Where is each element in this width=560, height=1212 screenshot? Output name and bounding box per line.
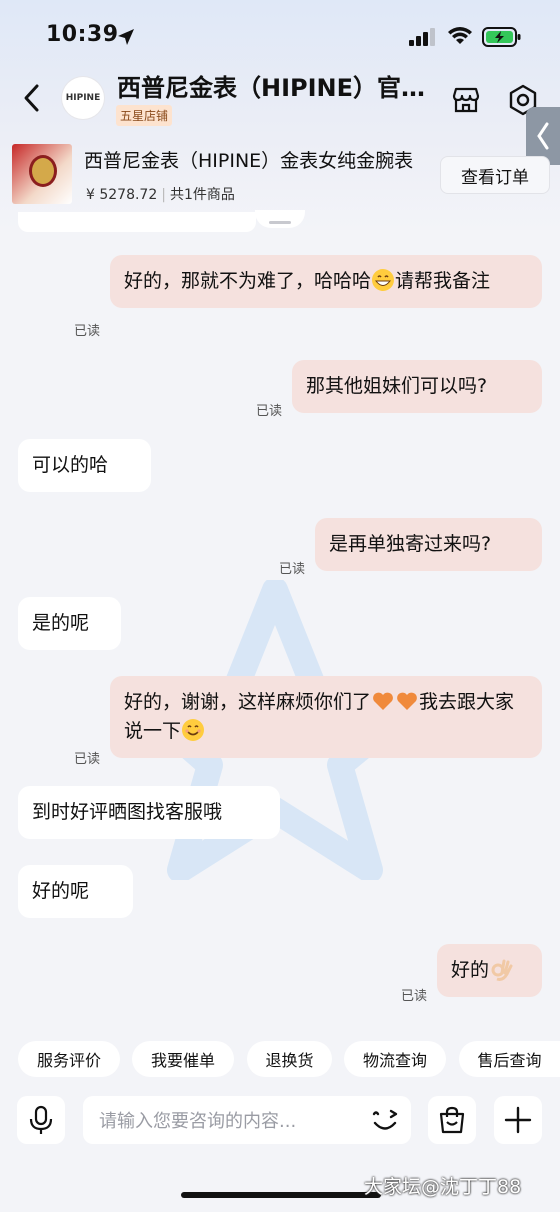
orange-heart-emoji-icon: [373, 692, 393, 710]
collapse-handle[interactable]: [255, 210, 305, 228]
message-bubble-sent[interactable]: 是再单独寄过来吗?: [315, 518, 542, 571]
message-bubble-sent[interactable]: 好的: [437, 944, 542, 997]
message-text: 是再单独寄过来吗?: [329, 533, 492, 555]
message-bubble-received[interactable]: 是的呢: [18, 597, 121, 650]
smile-emoji-icon: [182, 719, 205, 741]
message-text: 好的，谢谢，这样麻烦你们了: [124, 691, 372, 713]
message-text: 是的呢: [32, 612, 90, 634]
microphone-icon: [29, 1105, 53, 1134]
shop-rating-badge: 五星店铺: [116, 105, 173, 126]
more-plus-button[interactable]: [494, 1096, 542, 1144]
quick-action-logistics[interactable]: 物流查询: [344, 1041, 446, 1077]
back-button[interactable]: [18, 80, 46, 116]
product-card[interactable]: 西普尼金表（HIPINE）金表女纯金腕表 ¥ 5278.72 | 共1件商品 查看订…: [0, 140, 560, 212]
message-text: 那其他姐妹们可以吗?: [306, 375, 488, 397]
home-indicator[interactable]: [181, 1192, 381, 1198]
message-text: 好的，那就不为难了，哈哈哈: [124, 270, 372, 292]
message-bubble-sent[interactable]: 那其他姐妹们可以吗?: [292, 360, 542, 413]
shop-logo[interactable]: HIPINE: [62, 77, 104, 119]
message-bubble-received[interactable]: 好的呢: [18, 865, 133, 918]
message-bubble-sent[interactable]: 好的，那就不为难了，哈哈哈 请帮我备注: [110, 255, 542, 308]
shop-name[interactable]: 西普尼金表（HIPINE）官方旗舰店: [117, 68, 439, 103]
read-receipt: 已读: [74, 752, 101, 767]
message-bubble-received[interactable]: 到时好评晒图找客服哦: [18, 786, 280, 839]
message-input-box[interactable]: [83, 1096, 411, 1146]
quick-action-service-rating[interactable]: 服务评价: [18, 1041, 120, 1077]
message-input[interactable]: [97, 1096, 361, 1146]
read-receipt: 已读: [256, 404, 283, 419]
previous-message-card: [18, 212, 256, 232]
product-title: 西普尼金表（HIPINE）金表女纯金腕表: [84, 150, 414, 172]
product-count: 共1件商品: [169, 187, 235, 203]
wifi-icon: [448, 27, 472, 44]
cellular-signal-icon: [409, 28, 435, 46]
location-arrow-icon: [118, 29, 134, 45]
quick-action-urge-order[interactable]: 我要催单: [132, 1041, 234, 1077]
message-text: 可以的哈: [32, 454, 109, 476]
message-text: 好的呢: [32, 880, 90, 902]
battery-charging-icon: [482, 27, 521, 47]
read-receipt: 已读: [401, 989, 428, 1004]
message-bubble-received[interactable]: 可以的哈: [18, 439, 151, 492]
message-bubble-sent[interactable]: 好的，谢谢，这样麻烦你们了 我去跟大家说一下: [110, 676, 542, 758]
view-order-button[interactable]: 查看订单: [440, 156, 550, 194]
read-receipt: 已读: [74, 324, 101, 339]
orange-heart-emoji-icon: [397, 692, 417, 710]
store-icon[interactable]: [450, 84, 482, 116]
voice-input-button[interactable]: [17, 1096, 65, 1144]
quick-action-return-exchange[interactable]: 退换货: [247, 1041, 332, 1077]
shopping-bag-icon: [439, 1106, 465, 1134]
forum-watermark: 大家坛@沈丁丁88: [364, 1176, 522, 1198]
product-thumbnail: [12, 144, 72, 204]
message-text: 请帮我备注: [395, 270, 491, 292]
product-meta: ¥ 5278.72 | 共1件商品: [86, 187, 235, 203]
plus-icon: [504, 1106, 532, 1134]
status-time: 10:39: [46, 22, 119, 47]
emoji-wink-icon[interactable]: [369, 1104, 401, 1136]
message-text: 好的: [451, 959, 490, 981]
read-receipt: 已读: [279, 562, 306, 577]
grin-emoji-icon: [372, 269, 395, 291]
product-price: ¥ 5278.72: [86, 187, 158, 203]
product-bag-button[interactable]: [428, 1096, 476, 1144]
message-text: 到时好评晒图找客服哦: [32, 801, 223, 823]
ok-hand-emoji-icon: [491, 959, 513, 981]
shop-logo-text: HIPINE: [65, 93, 101, 103]
quick-action-after-sales[interactable]: 售后查询: [459, 1041, 560, 1077]
